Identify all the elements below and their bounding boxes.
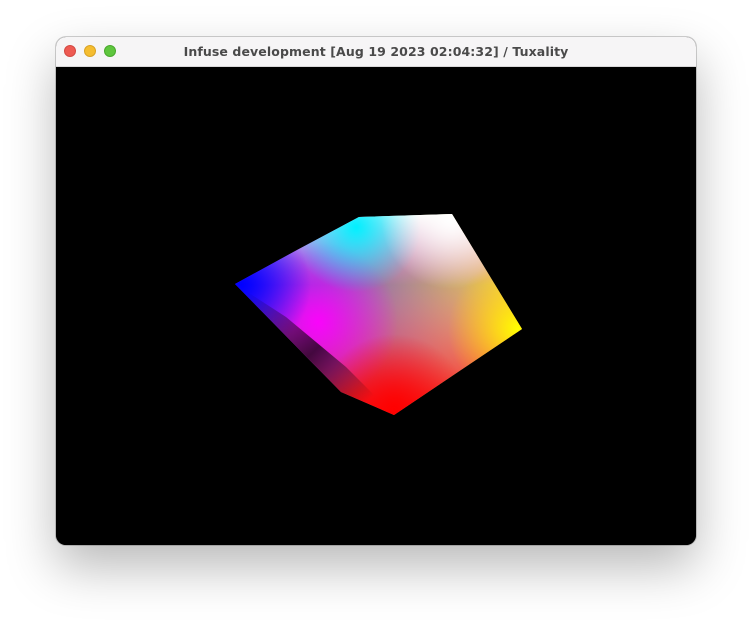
- window-title: Infuse development [Aug 19 2023 02:04:32…: [183, 44, 569, 59]
- color-cube-render: [235, 214, 522, 415]
- close-icon[interactable]: [64, 45, 76, 57]
- minimize-icon[interactable]: [84, 45, 96, 57]
- render-viewport[interactable]: [56, 67, 696, 545]
- title-bar[interactable]: Infuse development [Aug 19 2023 02:04:32…: [56, 37, 696, 67]
- window-controls: [64, 45, 116, 57]
- zoom-icon[interactable]: [104, 45, 116, 57]
- app-window: Infuse development [Aug 19 2023 02:04:32…: [56, 37, 696, 545]
- color-cube: [235, 214, 522, 415]
